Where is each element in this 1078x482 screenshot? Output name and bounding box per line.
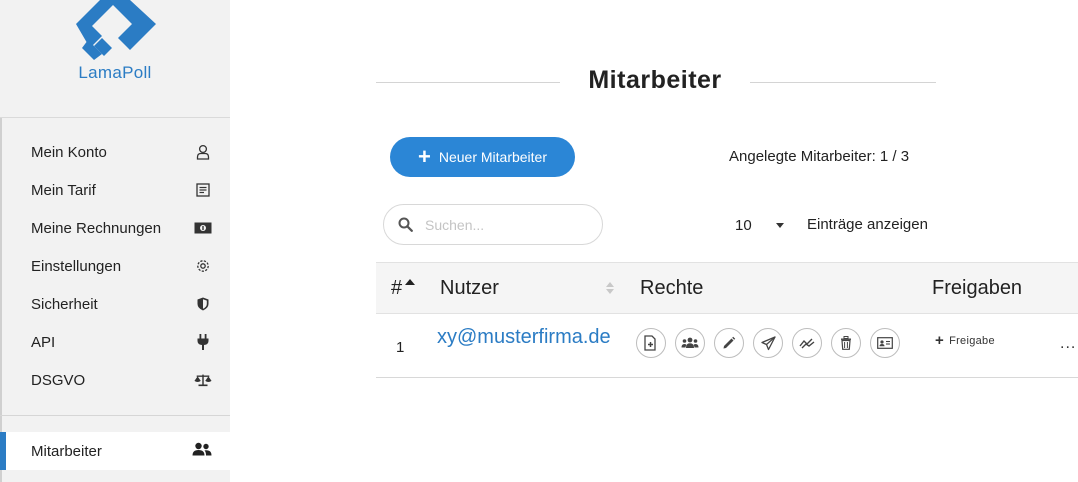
- group-icon: [681, 337, 699, 348]
- column-header-label: Freigaben: [932, 277, 1023, 299]
- right-profile-button[interactable]: [870, 328, 900, 358]
- column-header-label: Nutzer: [440, 277, 499, 299]
- user-email-link[interactable]: xy@musterfirma.de: [437, 326, 611, 349]
- logo-block[interactable]: LamaPoll: [0, 0, 230, 118]
- table-header: # Nutzer Rechte Freigaben: [376, 262, 1078, 314]
- sidebar-item-label: DSGVO: [31, 371, 86, 389]
- page-title: Mitarbeiter: [588, 66, 722, 94]
- users-icon: [192, 442, 212, 460]
- sidebar-item-label: Einstellungen: [31, 257, 122, 275]
- pencil-icon: [723, 336, 736, 349]
- column-header-label: #: [391, 277, 403, 299]
- sidebar-item-mitarbeiter[interactable]: Mitarbeiter: [0, 432, 230, 470]
- right-create-survey-button[interactable]: [636, 328, 666, 358]
- sidebar-nav: Mein Konto Mein Tarif Meine Rechnungen E…: [0, 133, 230, 399]
- row-index: 1: [396, 339, 405, 356]
- add-share-button[interactable]: + Freigabe: [935, 333, 995, 348]
- tariff-icon: [194, 181, 212, 199]
- add-share-label: Freigabe: [949, 334, 995, 347]
- column-header-label: Rechte: [640, 277, 704, 299]
- right-delete-button[interactable]: [831, 328, 861, 358]
- sidebar-item-dsgvo[interactable]: DSGVO: [0, 361, 230, 399]
- rights-group: [636, 328, 909, 358]
- active-indicator: [0, 432, 6, 470]
- employee-count: Angelegte Mitarbeiter: 1 / 3: [729, 148, 910, 165]
- sidebar-item-label: API: [31, 333, 56, 351]
- sidebar-item-label: Meine Rechnungen: [31, 219, 162, 237]
- entries-per-page-value: 10: [735, 216, 752, 234]
- trash-icon: [841, 336, 851, 350]
- more-options-button[interactable]: ...: [1060, 335, 1076, 353]
- scales-icon: [194, 371, 212, 389]
- new-document-icon: [644, 335, 656, 351]
- shield-icon: [194, 295, 212, 313]
- column-header-rights: Rechte: [640, 277, 703, 300]
- chart-icon: [799, 338, 815, 349]
- new-employee-button-label: Neuer Mitarbeiter: [438, 149, 547, 165]
- plug-icon: [194, 333, 212, 351]
- sidebar-item-label: Mein Tarif: [31, 181, 96, 199]
- right-edit-button[interactable]: [714, 328, 744, 358]
- table-row: 1 xy@musterfirma.de + Freigabe ...: [376, 315, 1078, 378]
- right-results-button[interactable]: [792, 328, 822, 358]
- right-send-button[interactable]: [753, 328, 783, 358]
- paper-plane-icon: [760, 335, 776, 350]
- column-header-shares: Freigaben: [932, 277, 1022, 300]
- title-divider-left: [376, 82, 560, 83]
- sidebar-item-meine-rechnungen[interactable]: Meine Rechnungen: [0, 209, 230, 247]
- search-box[interactable]: [383, 204, 603, 245]
- sidebar: LamaPoll Mein Konto Mein Tarif Meine Rec…: [0, 0, 230, 482]
- id-card-icon: [877, 337, 893, 349]
- sidebar-item-label: Mein Konto: [31, 143, 107, 161]
- sidebar-item-mein-konto[interactable]: Mein Konto: [0, 133, 230, 171]
- sidebar-item-api[interactable]: API: [0, 323, 230, 361]
- entries-per-page-select[interactable]: 10: [735, 214, 795, 236]
- brand-name: LamaPoll: [78, 63, 152, 82]
- sidebar-item-label: Sicherheit: [31, 295, 98, 313]
- sort-icon[interactable]: [606, 281, 614, 295]
- search-input[interactable]: [425, 216, 585, 233]
- plus-icon: +: [417, 144, 431, 169]
- sidebar-divider: [0, 415, 230, 416]
- caret-down-icon: [775, 222, 784, 228]
- sidebar-item-einstellungen[interactable]: Einstellungen: [0, 247, 230, 285]
- plus-icon: +: [935, 332, 945, 349]
- invoice-icon: [194, 219, 212, 237]
- new-employee-button[interactable]: + Neuer Mitarbeiter: [390, 137, 575, 177]
- right-manage-team-button[interactable]: [675, 328, 705, 358]
- column-header-user[interactable]: Nutzer: [440, 277, 499, 300]
- lamapoll-logo-icon: [76, 0, 156, 60]
- sidebar-item-mein-tarif[interactable]: Mein Tarif: [0, 171, 230, 209]
- sidebar-item-sicherheit[interactable]: Sicherheit: [0, 285, 230, 323]
- entries-per-page-label: Einträge anzeigen: [807, 216, 928, 233]
- sidebar-item-label: Mitarbeiter: [31, 442, 102, 460]
- gear-icon: [194, 257, 212, 275]
- sort-asc-icon: [405, 279, 415, 285]
- user-icon: [194, 143, 212, 161]
- search-icon: [398, 217, 413, 232]
- title-divider-right: [750, 82, 936, 83]
- column-header-index[interactable]: #: [391, 277, 415, 300]
